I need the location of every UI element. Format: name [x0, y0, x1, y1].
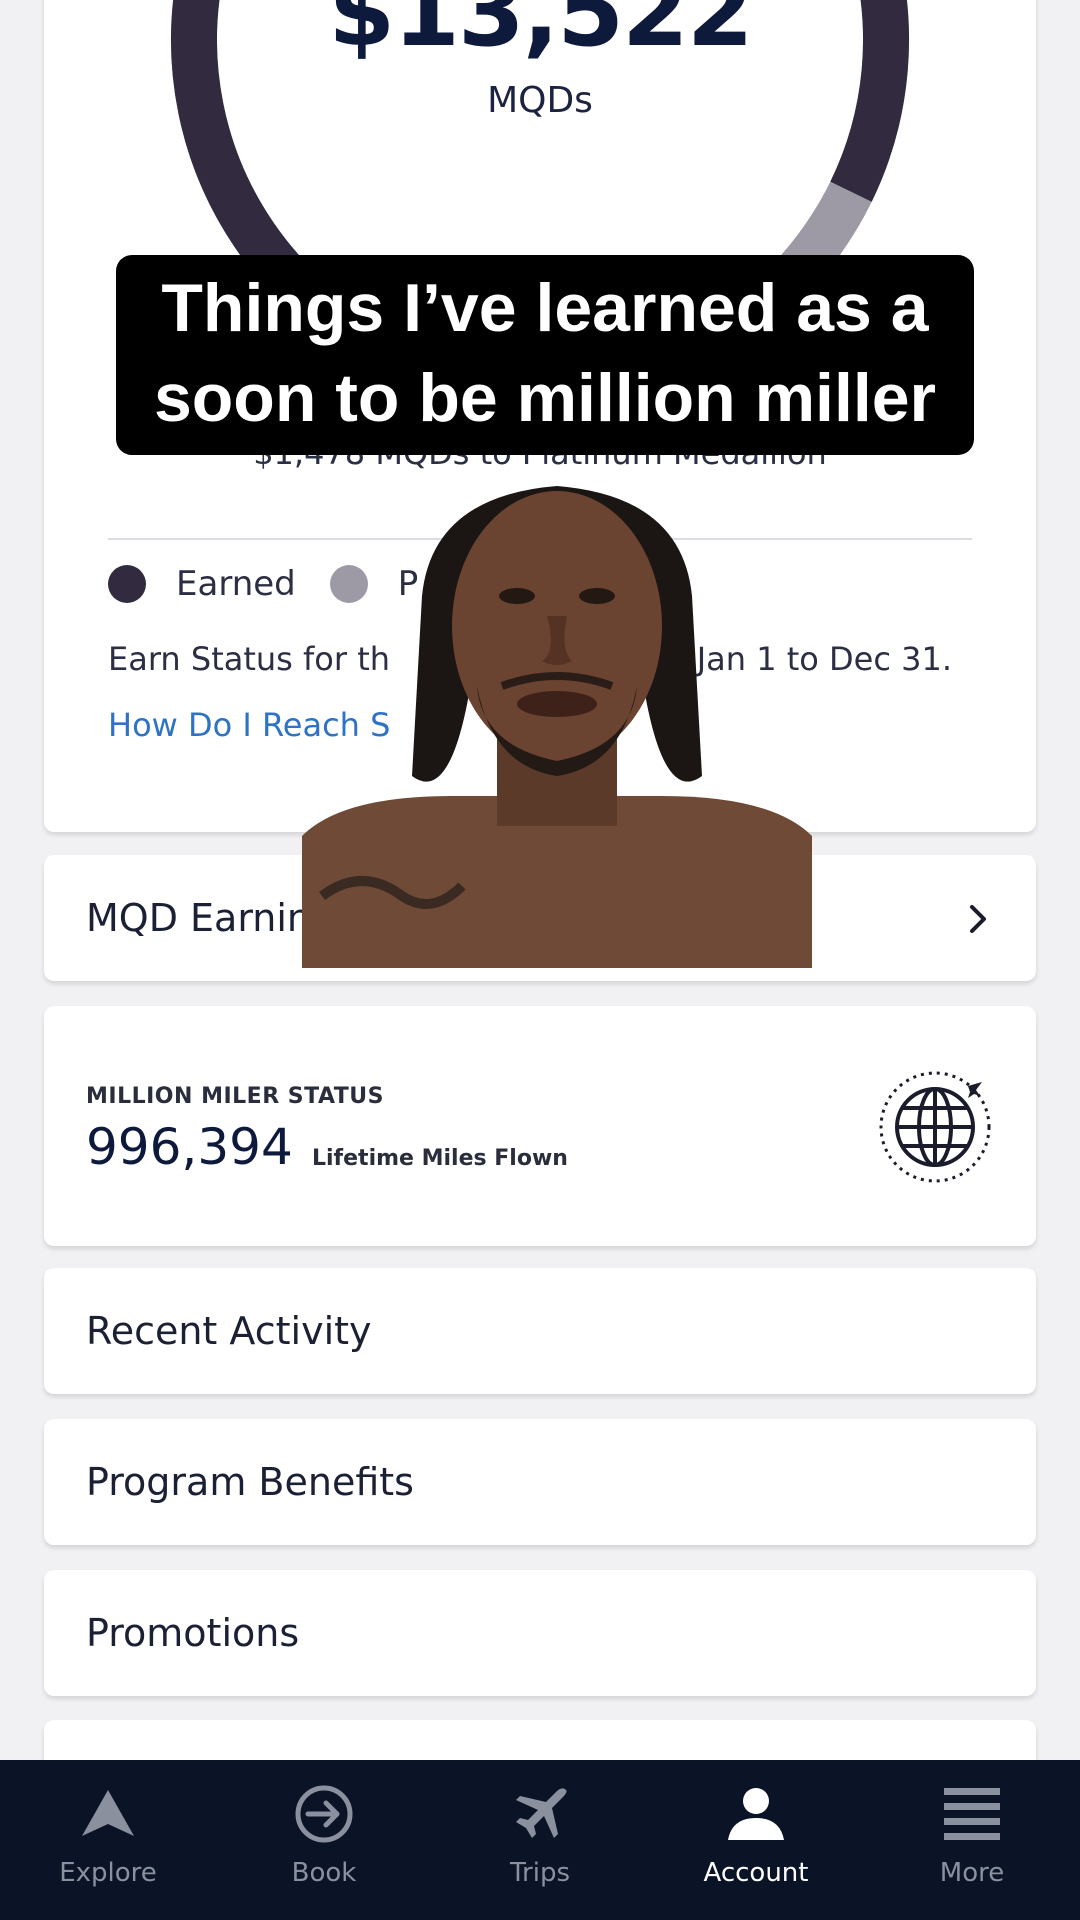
delta-widget-icon	[82, 1790, 134, 1836]
account-person-icon	[728, 1788, 784, 1840]
program-benefits-label: Program Benefits	[86, 1460, 414, 1504]
tab-trips-label: Trips	[509, 1858, 571, 1888]
tab-trips[interactable]: Trips	[432, 1760, 648, 1920]
tab-more-label: More	[939, 1858, 1005, 1888]
chevron-right-icon	[970, 905, 986, 933]
legend-earned-dot	[108, 565, 146, 603]
tab-account-label: Account	[703, 1858, 809, 1888]
legend-earned-label: Earned	[176, 564, 296, 604]
promotions-row[interactable]: Promotions	[44, 1570, 1036, 1696]
bottom-tab-bar: Explore Book Trips Account More	[0, 1760, 1080, 1920]
million-miler-card: MILLION MILER STATUS 996,394 Lifetime Mi…	[44, 1006, 1036, 1246]
caption-line-1: Things I’ve learned as a	[161, 270, 929, 346]
mqd-earning-label: MQD Earnin	[86, 896, 312, 940]
tab-explore[interactable]: Explore	[0, 1760, 216, 1920]
book-arrow-icon	[295, 1785, 353, 1843]
mqd-unit-label: MQDs	[487, 80, 593, 121]
tab-more[interactable]: More	[864, 1760, 1080, 1920]
mqd-amount: $13,522	[328, 0, 753, 68]
recent-activity-label: Recent Activity	[86, 1309, 372, 1353]
program-benefits-row[interactable]: Program Benefits	[44, 1419, 1036, 1545]
creator-video-overlay	[302, 476, 812, 968]
caption-line-2: soon to be million miller	[153, 360, 937, 436]
lifetime-miles-label: Lifetime Miles Flown	[312, 1146, 568, 1171]
recent-activity-row[interactable]: Recent Activity	[44, 1268, 1036, 1394]
tab-account[interactable]: Account	[648, 1760, 864, 1920]
creator-image	[302, 486, 812, 968]
video-caption-banner: Things I’ve learned as a soon to be mill…	[116, 255, 974, 455]
promotions-label: Promotions	[86, 1611, 300, 1655]
tab-book-label: Book	[291, 1858, 357, 1888]
airplane-icon	[516, 1788, 567, 1838]
tab-book[interactable]: Book	[216, 1760, 432, 1920]
million-miler-title: MILLION MILER STATUS	[86, 1084, 384, 1109]
hamburger-menu-icon	[944, 1788, 1000, 1840]
globe-plane-icon	[879, 1071, 991, 1183]
tab-explore-label: Explore	[59, 1858, 157, 1888]
lifetime-miles-value: 996,394	[86, 1118, 293, 1176]
